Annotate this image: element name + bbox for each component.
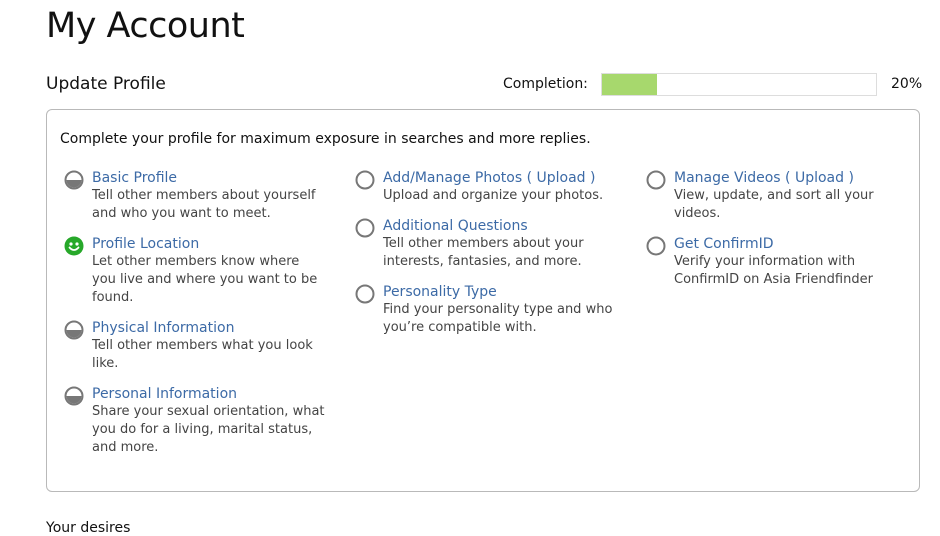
paren-close: ) xyxy=(848,170,854,186)
list-item: Get ConfirmID Verify your information wi… xyxy=(646,235,908,289)
list-item: Manage Videos ( Upload ) View, update, a… xyxy=(646,169,908,223)
basic-profile-link[interactable]: Basic Profile xyxy=(92,170,177,186)
item-description: Tell other members what you look like. xyxy=(92,338,313,371)
personality-type-link[interactable]: Personality Type xyxy=(383,284,497,300)
profile-column-2: Add/Manage Photos ( Upload ) Upload and … xyxy=(355,169,617,349)
panel-intro-text: Complete your profile for maximum exposu… xyxy=(60,131,591,147)
list-item: Add/Manage Photos ( Upload ) Upload and … xyxy=(355,169,617,205)
empty-circle-icon xyxy=(355,284,375,304)
half-complete-icon xyxy=(64,170,84,190)
item-description: Find your personality type and who you’r… xyxy=(383,302,613,335)
empty-circle-icon xyxy=(355,218,375,238)
smiley-complete-icon xyxy=(64,236,84,256)
item-description: Tell other members about your interests,… xyxy=(383,236,584,269)
get-confirmid-link[interactable]: Get ConfirmID xyxy=(674,236,774,252)
upload-videos-link[interactable]: Upload xyxy=(795,170,844,186)
completion-progress-fill xyxy=(602,74,657,95)
paren-open: ( xyxy=(526,170,533,186)
list-item: Physical Information Tell other members … xyxy=(64,319,326,373)
manage-videos-link[interactable]: Manage Videos xyxy=(674,170,781,186)
list-item: Personality Type Find your personality t… xyxy=(355,283,617,337)
next-section-title: Your desires xyxy=(46,520,131,536)
list-item: Profile Location Let other members know … xyxy=(64,235,326,307)
list-item: Basic Profile Tell other members about y… xyxy=(64,169,326,223)
half-complete-icon xyxy=(64,386,84,406)
completion-label: Completion: xyxy=(503,76,588,92)
profile-completion-panel: Complete your profile for maximum exposu… xyxy=(46,109,920,492)
paren-close: ) xyxy=(590,170,596,186)
half-complete-icon xyxy=(64,320,84,340)
physical-information-link[interactable]: Physical Information xyxy=(92,320,234,336)
additional-questions-link[interactable]: Additional Questions xyxy=(383,218,528,234)
upload-photos-link[interactable]: Upload xyxy=(537,170,586,186)
personal-information-link[interactable]: Personal Information xyxy=(92,386,237,402)
list-item: Personal Information Share your sexual o… xyxy=(64,385,326,457)
item-description: Upload and organize your photos. xyxy=(383,188,604,203)
item-description: Verify your information with ConfirmID o… xyxy=(674,254,873,287)
completion-progress-bar xyxy=(601,73,877,96)
profile-location-link[interactable]: Profile Location xyxy=(92,236,199,252)
empty-circle-icon xyxy=(646,170,666,190)
item-description: Share your sexual orientation, what you … xyxy=(92,404,325,455)
item-description: Tell other members about yourself and wh… xyxy=(92,188,316,221)
section-title: Update Profile xyxy=(46,74,166,94)
list-item: Additional Questions Tell other members … xyxy=(355,217,617,271)
empty-circle-icon xyxy=(355,170,375,190)
empty-circle-icon xyxy=(646,236,666,256)
profile-column-3: Manage Videos ( Upload ) View, update, a… xyxy=(646,169,908,301)
item-description: View, update, and sort all your videos. xyxy=(674,188,874,221)
add-manage-photos-link[interactable]: Add/Manage Photos xyxy=(383,170,522,186)
profile-column-1: Basic Profile Tell other members about y… xyxy=(64,169,326,469)
paren-open: ( xyxy=(785,170,791,186)
item-description: Let other members know where you live an… xyxy=(92,254,318,305)
page-title: My Account xyxy=(46,6,245,46)
completion-percent: 20% xyxy=(891,76,923,92)
